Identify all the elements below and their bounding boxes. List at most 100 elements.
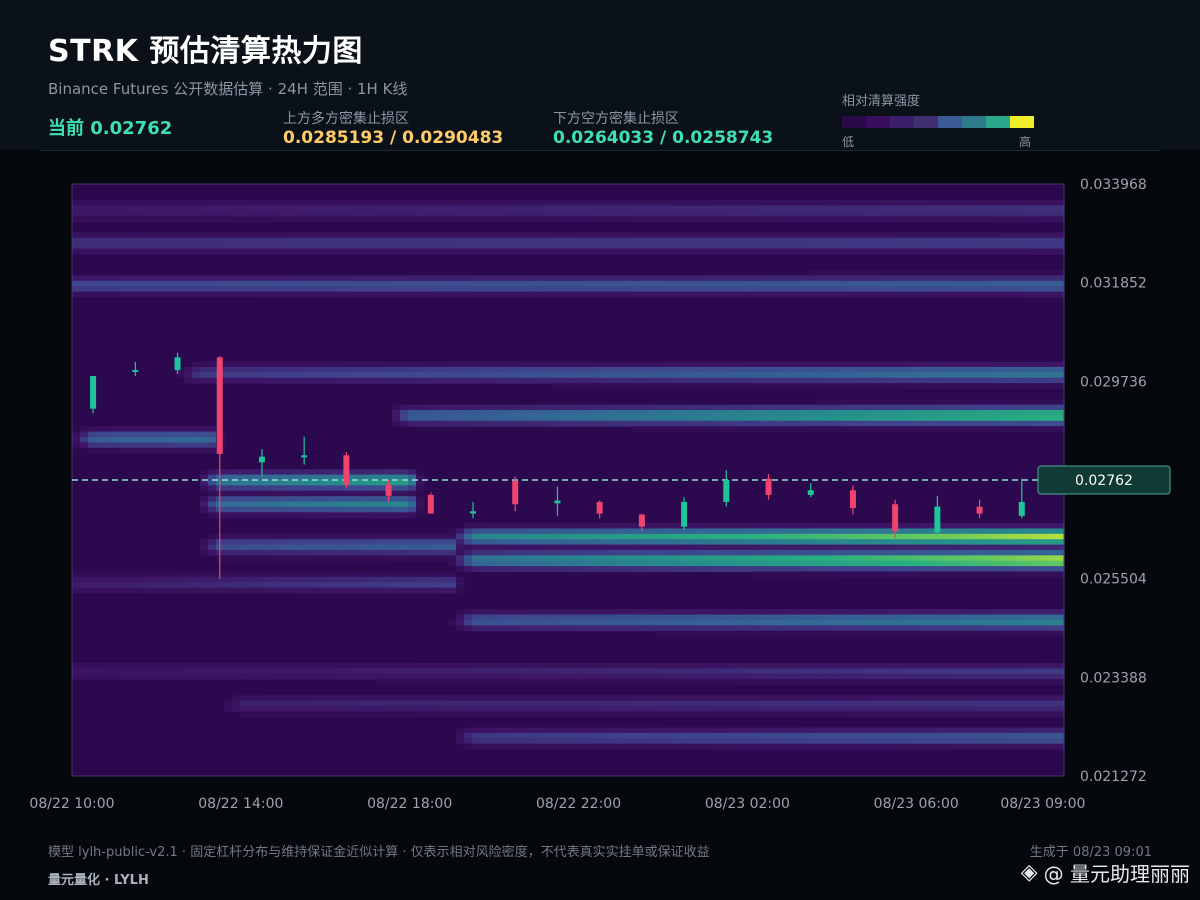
- heat-cell: [768, 383, 777, 390]
- heat-cell: [672, 523, 681, 530]
- heat-cell: [496, 560, 505, 567]
- heat-cell: [688, 210, 697, 217]
- heat-cell: [152, 576, 161, 583]
- heat-cell: [952, 706, 961, 713]
- heat-cell: [696, 248, 705, 255]
- heat-cell: [672, 200, 681, 207]
- heat-cell: [880, 619, 889, 626]
- heat-cell: [360, 291, 369, 298]
- heat-cell: [792, 410, 801, 417]
- heat-cell: [448, 361, 457, 368]
- heat-cell: [904, 609, 913, 616]
- heat-cell: [720, 609, 729, 616]
- heat-cell: [616, 383, 625, 390]
- heat-cell: [720, 630, 729, 637]
- heat-cell: [400, 496, 409, 503]
- heat-cell: [968, 291, 977, 298]
- heat-cell: [264, 243, 273, 250]
- heat-cell: [688, 243, 697, 250]
- current-price-label: 当前 0.02762: [48, 118, 173, 139]
- heat-cell: [544, 700, 553, 707]
- heat-cell: [496, 404, 505, 411]
- heat-cell: [744, 566, 753, 573]
- heat-cell: [872, 275, 881, 282]
- heat-cell: [768, 673, 777, 680]
- heat-cell: [440, 587, 449, 594]
- heat-cell: [384, 216, 393, 223]
- heat-cell: [384, 210, 393, 217]
- heat-cell: [608, 243, 617, 250]
- heat-cell: [496, 237, 505, 244]
- heat-cell: [120, 291, 129, 298]
- heat-cell: [616, 275, 625, 282]
- heat-cell: [456, 732, 465, 739]
- heat-cell: [752, 619, 761, 626]
- heat-cell: [240, 237, 249, 244]
- heat-cell: [336, 469, 345, 476]
- heat-cell: [648, 426, 657, 433]
- heat-cell: [776, 286, 785, 293]
- heat-cell: [136, 275, 145, 282]
- heat-cell: [264, 571, 273, 578]
- heat-cell: [184, 662, 193, 669]
- heat-cell: [464, 366, 473, 373]
- heat-cell: [440, 210, 449, 217]
- heat-cell: [432, 549, 441, 556]
- heat-cell: [328, 286, 337, 293]
- heat-cell: [400, 480, 409, 486]
- heat-cell: [696, 237, 705, 244]
- heat-cell: [496, 415, 505, 422]
- heat-cell: [576, 662, 585, 669]
- heat-cell: [392, 533, 401, 540]
- heat-cell: [536, 415, 545, 422]
- heat-cell: [624, 544, 633, 551]
- heat-cell: [200, 291, 209, 298]
- heat-cell: [96, 275, 105, 282]
- heat-cell: [760, 555, 769, 562]
- heat-cell: [872, 695, 881, 702]
- heat-cell: [408, 506, 417, 513]
- heat-cell: [912, 210, 921, 217]
- heat-cell: [600, 560, 609, 567]
- heat-cell: [72, 248, 81, 255]
- heat-cell: [768, 544, 777, 551]
- heat-cell: [856, 732, 865, 739]
- heat-cell: [912, 732, 921, 739]
- heat-cell: [536, 679, 545, 686]
- heat-cell: [800, 673, 809, 680]
- heat-cell: [344, 377, 353, 384]
- heat-cell: [520, 286, 529, 293]
- heat-cell: [248, 668, 257, 675]
- heat-cell: [872, 205, 881, 212]
- heat-cell: [696, 630, 705, 637]
- heat-cell: [816, 695, 825, 702]
- heat-cell: [920, 426, 929, 433]
- heat-cell: [840, 410, 849, 417]
- heat-cell: [808, 205, 817, 212]
- heat-cell: [752, 711, 761, 718]
- heat-cell: [960, 415, 969, 422]
- heat-cell: [776, 415, 785, 422]
- heat-cell: [672, 711, 681, 718]
- heat-cell: [792, 662, 801, 669]
- heat-cell: [672, 232, 681, 239]
- heat-cell: [440, 571, 449, 578]
- heat-cell: [784, 706, 793, 713]
- heat-cell: [560, 216, 569, 223]
- heat-cell: [784, 404, 793, 411]
- heat-cell: [328, 571, 337, 578]
- heat-cell: [744, 205, 753, 212]
- heat-cell: [504, 420, 513, 427]
- heat-cell: [464, 237, 473, 244]
- heat-cell: [408, 291, 417, 298]
- heat-cell: [536, 237, 545, 244]
- heat-cell: [448, 377, 457, 384]
- heat-cell: [768, 291, 777, 298]
- heat-cell: [488, 539, 497, 546]
- heat-cell: [584, 286, 593, 293]
- heat-cell: [688, 280, 697, 287]
- heat-cell: [216, 248, 225, 255]
- heat-cell: [448, 549, 457, 556]
- heat-cell: [264, 490, 273, 497]
- heat-cell: [312, 210, 321, 217]
